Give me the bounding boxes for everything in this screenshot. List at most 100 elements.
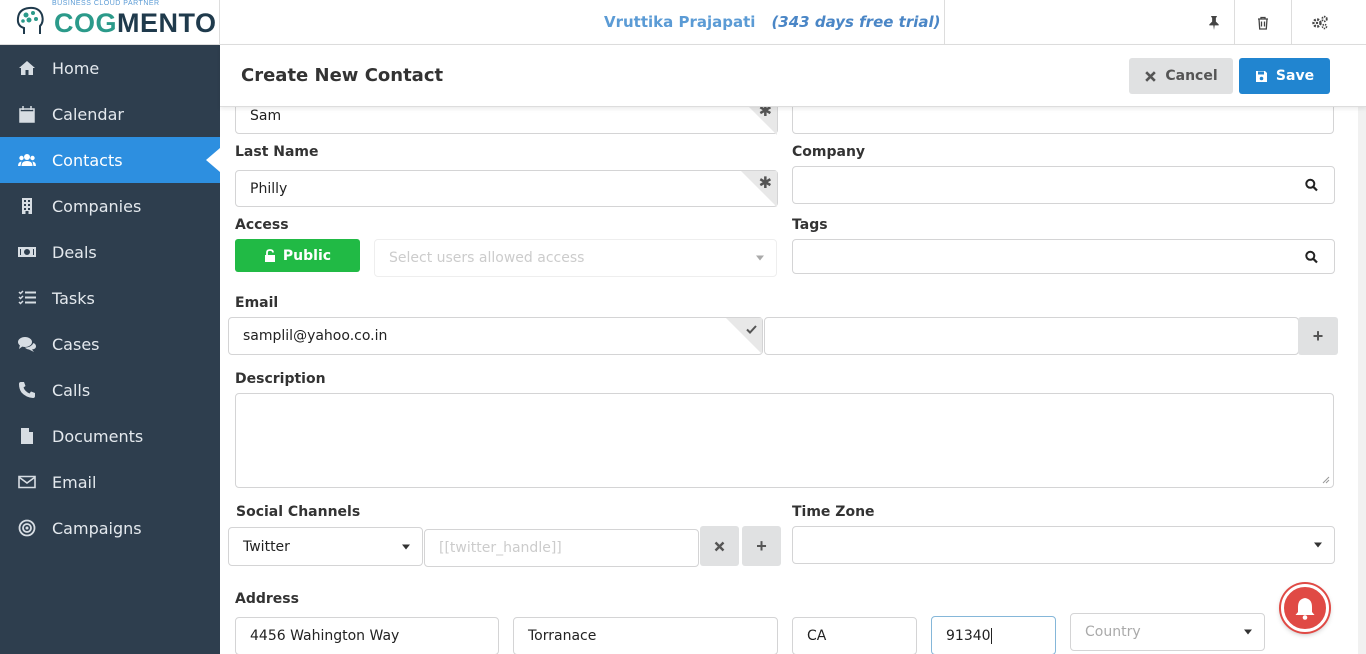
- first-name-value: Sam: [250, 108, 282, 124]
- search-icon: [1305, 250, 1318, 263]
- sidebar-item-label: Documents: [52, 426, 144, 446]
- last-name-value: Philly: [250, 180, 288, 197]
- sidebar-item-tasks[interactable]: Tasks: [0, 275, 220, 321]
- description-label: Description: [235, 371, 326, 387]
- sidebar-item-label: Campaigns: [52, 518, 142, 538]
- city-input[interactable]: Torranace: [513, 617, 778, 654]
- chevron-down-icon: [402, 544, 410, 549]
- envelope-icon: [18, 475, 36, 489]
- timezone-label: Time Zone: [792, 504, 875, 520]
- top-bar: BUSINESS CLOUD PARTNER COGMENTO Vruttika…: [0, 0, 1366, 45]
- sidebar-item-label: Tasks: [52, 288, 95, 308]
- company-label: Company: [792, 144, 866, 160]
- social-handle-placeholder: [[twitter_handle]]: [439, 540, 562, 556]
- email-secondary-input[interactable]: [764, 317, 1299, 355]
- app-logo[interactable]: BUSINESS CLOUD PARTNER COGMENTO: [0, 0, 220, 45]
- sidebar-item-home[interactable]: Home: [0, 45, 220, 91]
- street-input[interactable]: 4456 Wahington Way: [235, 617, 499, 654]
- chevron-down-icon: [1244, 629, 1252, 635]
- sidebar-item-documents[interactable]: Documents: [0, 413, 220, 459]
- close-icon: [714, 541, 725, 551]
- trash-button[interactable]: [1234, 0, 1290, 45]
- sidebar-item-label: Calls: [52, 380, 91, 400]
- search-icon: [1305, 178, 1318, 192]
- social-handle-input[interactable]: [[twitter_handle]]: [424, 529, 699, 567]
- add-email-button[interactable]: +: [1298, 317, 1338, 355]
- sidebar-item-email[interactable]: Email: [0, 459, 220, 505]
- divider: [944, 0, 945, 45]
- social-channel-value: Twitter: [243, 538, 290, 555]
- comments-icon: [18, 337, 36, 352]
- email-valid-marker: [726, 318, 762, 354]
- description-textarea[interactable]: [235, 393, 1334, 488]
- social-channels-label: Social Channels: [236, 504, 361, 520]
- sidebar-item-label: Companies: [52, 196, 142, 216]
- tasks-icon: [18, 290, 36, 305]
- zip-input[interactable]: 91340: [931, 616, 1056, 654]
- sidebar-item-deals[interactable]: Deals: [0, 229, 220, 275]
- file-icon: [21, 428, 33, 444]
- access-label: Access: [235, 217, 289, 233]
- city-value: Torranace: [528, 628, 597, 644]
- settings-button[interactable]: [1291, 0, 1347, 45]
- home-icon: [19, 61, 35, 75]
- chevron-down-icon: [1314, 542, 1322, 548]
- phone-icon: [19, 382, 35, 398]
- bullseye-icon: [18, 519, 36, 537]
- zip-value: 91340: [946, 627, 991, 644]
- sidebar-item-label: Email: [52, 472, 97, 492]
- last-name-input[interactable]: Philly ✱: [235, 170, 778, 207]
- gears-icon: [1311, 15, 1328, 30]
- content-header: Create New Contact Cancel Save: [220, 45, 1366, 107]
- save-label: Save: [1275, 68, 1315, 84]
- close-icon: [1145, 70, 1157, 82]
- users-icon: [18, 154, 36, 166]
- access-users-placeholder: Select users allowed access: [389, 250, 585, 266]
- company-search-input[interactable]: [792, 166, 1335, 204]
- address-label: Address: [235, 591, 299, 607]
- brain-logo-icon: [16, 6, 44, 34]
- access-public-label: Public: [282, 247, 332, 264]
- sidebar: Home Calendar Contacts Companies Deals T…: [0, 45, 220, 654]
- unlock-icon: [264, 249, 275, 262]
- add-social-button[interactable]: +: [742, 526, 781, 566]
- check-icon: [746, 325, 757, 334]
- social-channel-select[interactable]: Twitter: [228, 527, 423, 566]
- sidebar-item-label: Contacts: [52, 150, 123, 170]
- text-cursor: [990, 627, 992, 644]
- sidebar-item-calls[interactable]: Calls: [0, 367, 220, 413]
- money-icon: [18, 247, 36, 257]
- country-select[interactable]: Country: [1070, 613, 1265, 651]
- sidebar-item-label: Home: [52, 58, 100, 78]
- access-users-select[interactable]: Select users allowed access: [374, 239, 777, 277]
- sidebar-item-companies[interactable]: Companies: [0, 183, 220, 229]
- plus-icon: +: [756, 535, 767, 556]
- page-title: Create New Contact: [241, 65, 444, 86]
- state-input[interactable]: CA: [792, 617, 917, 654]
- cancel-button[interactable]: Cancel: [1129, 58, 1233, 94]
- bell-icon: [1295, 598, 1315, 620]
- notification-bell-button[interactable]: [1281, 584, 1329, 632]
- user-info: Vruttika Prajapati (343 days free trial): [604, 13, 940, 31]
- access-public-button[interactable]: Public: [235, 239, 360, 272]
- country-placeholder: Country: [1085, 624, 1141, 640]
- sidebar-item-label: Deals: [52, 242, 97, 262]
- user-name: Vruttika Prajapati: [604, 13, 756, 31]
- email-value: samplil@yahoo.co.in: [243, 328, 388, 344]
- sidebar-item-contacts[interactable]: Contacts: [0, 137, 220, 183]
- timezone-select[interactable]: [792, 526, 1335, 564]
- resize-handle-icon[interactable]: [1322, 476, 1330, 484]
- state-value: CA: [807, 628, 827, 644]
- email-input[interactable]: samplil@yahoo.co.in: [228, 317, 763, 355]
- sidebar-item-cases[interactable]: Cases: [0, 321, 220, 367]
- thumbtack-icon: [1209, 15, 1219, 30]
- plus-icon: +: [1312, 325, 1324, 346]
- tags-search-input[interactable]: [792, 239, 1335, 274]
- tags-label: Tags: [792, 217, 828, 233]
- scrollbar[interactable]: [1358, 45, 1366, 654]
- save-button[interactable]: Save: [1239, 58, 1330, 94]
- sidebar-item-calendar[interactable]: Calendar: [0, 91, 220, 137]
- sidebar-item-campaigns[interactable]: Campaigns: [0, 505, 220, 551]
- save-icon: [1255, 70, 1267, 82]
- remove-social-button[interactable]: [700, 526, 739, 566]
